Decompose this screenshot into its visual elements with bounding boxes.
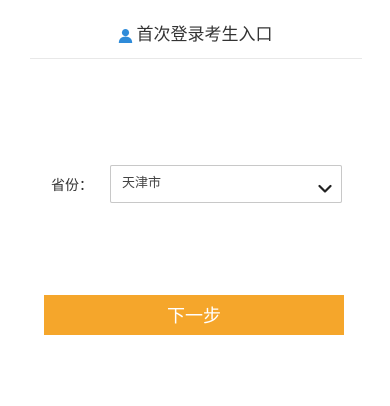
province-select[interactable]: 天津市 bbox=[110, 165, 342, 203]
header-title-row: 首次登录考生入口 bbox=[0, 24, 390, 46]
header-divider bbox=[30, 58, 362, 59]
province-label: 省份： bbox=[51, 178, 93, 194]
province-select-value: 天津市 bbox=[122, 176, 162, 191]
next-step-button[interactable]: 下一步 bbox=[44, 295, 344, 335]
chevron-down-icon bbox=[318, 179, 332, 193]
page-title: 首次登录考生入口 bbox=[136, 25, 273, 45]
user-icon bbox=[118, 28, 133, 43]
login-header: 首次登录考生入口 bbox=[0, 0, 390, 58]
